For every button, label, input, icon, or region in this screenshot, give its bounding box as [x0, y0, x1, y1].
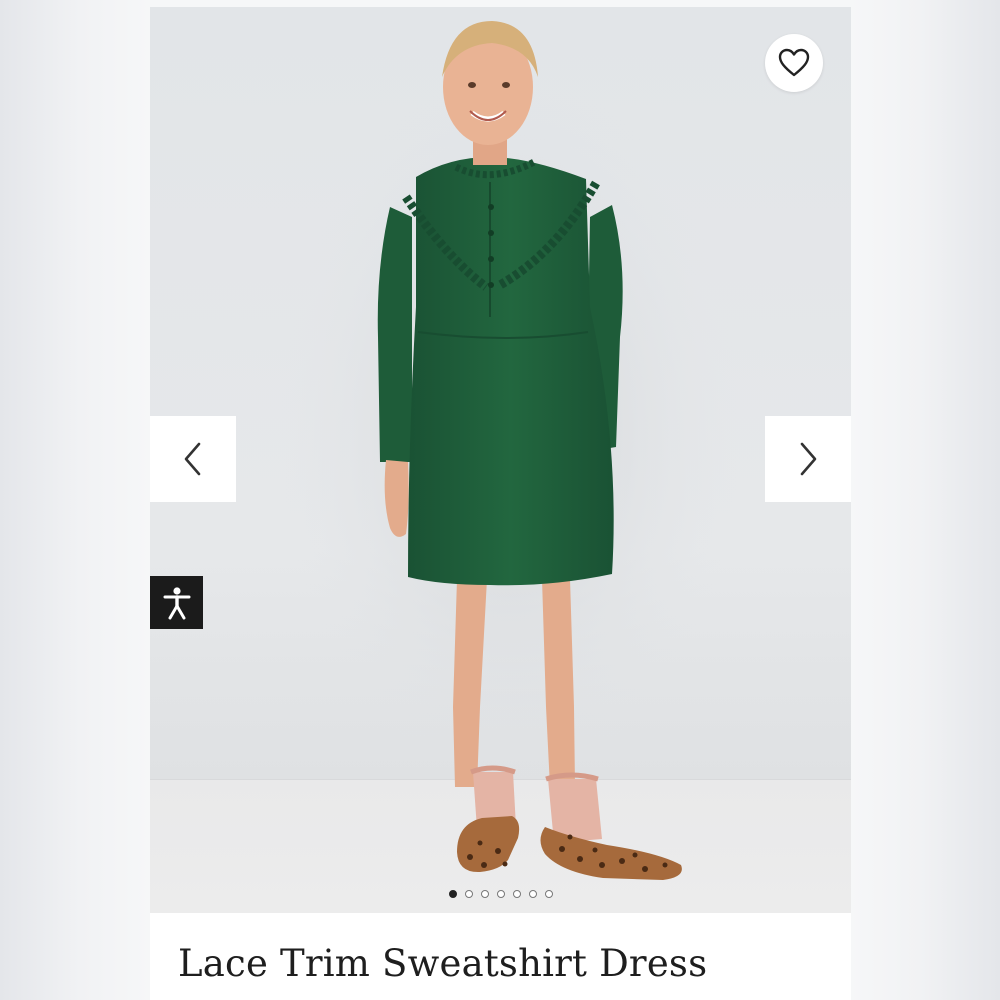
- product-title: Lace Trim Sweatshirt Dress: [178, 942, 708, 985]
- gallery-dot[interactable]: [464, 890, 473, 898]
- gallery-dot[interactable]: [512, 890, 521, 898]
- model-illustration: [280, 21, 740, 880]
- previous-image-button[interactable]: [150, 416, 236, 502]
- product-photo[interactable]: [150, 7, 851, 913]
- accessibility-button[interactable]: [150, 576, 203, 629]
- next-image-button[interactable]: [765, 416, 851, 502]
- gallery-dot[interactable]: [544, 890, 553, 898]
- gallery-dot[interactable]: [496, 890, 505, 898]
- product-card: Lace Trim Sweatshirt Dress: [150, 7, 851, 1000]
- accessibility-person-icon: [163, 586, 190, 619]
- gallery-dot[interactable]: [480, 890, 489, 898]
- heart-outline-icon: [778, 48, 810, 77]
- gallery-dot[interactable]: [528, 890, 537, 898]
- favorite-button[interactable]: [765, 34, 823, 92]
- chevron-right-icon: [800, 442, 817, 476]
- gallery-dot[interactable]: [448, 890, 457, 898]
- gallery-pagination: [150, 887, 851, 901]
- chevron-left-icon: [184, 442, 201, 476]
